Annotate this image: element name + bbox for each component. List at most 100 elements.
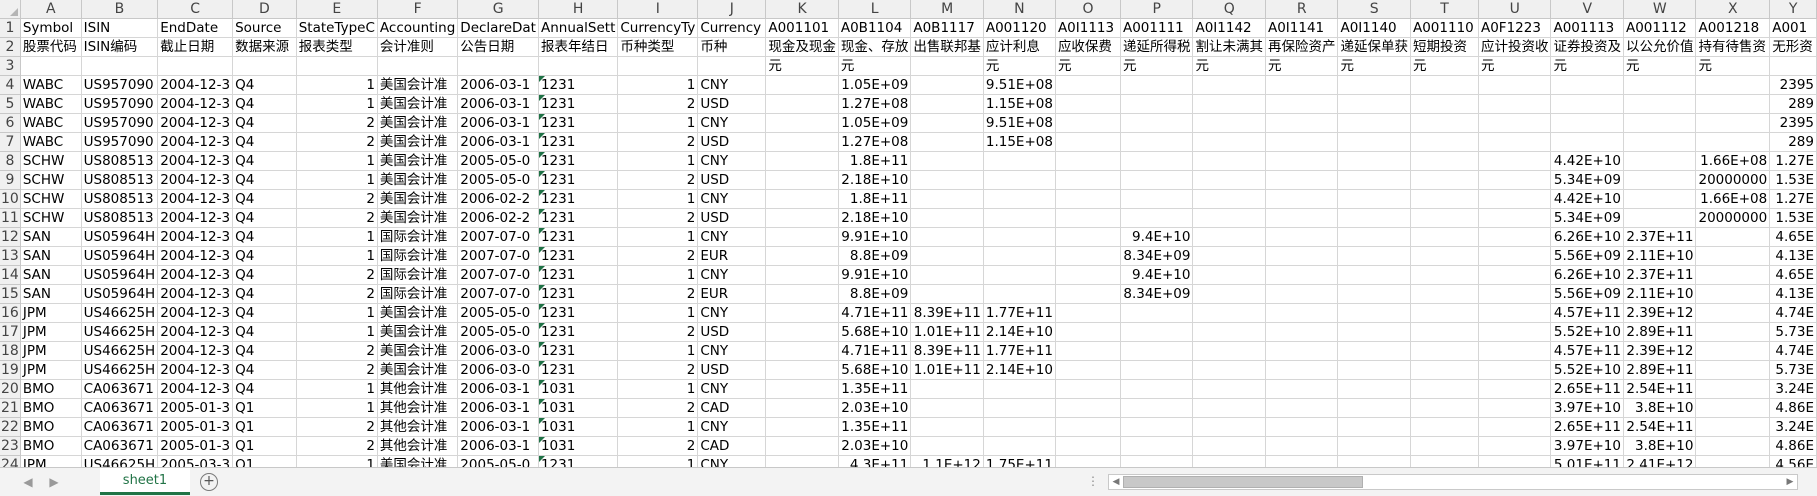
- cell[interactable]: [1410, 322, 1479, 342]
- cell[interactable]: 再保险资产: [1265, 37, 1339, 57]
- column-header[interactable]: Y: [1769, 0, 1817, 19]
- cell[interactable]: [910, 56, 984, 76]
- cell[interactable]: [1410, 246, 1479, 266]
- cell[interactable]: USD: [697, 94, 767, 114]
- cell[interactable]: 9.4E+10: [1120, 227, 1194, 247]
- cell[interactable]: [1695, 75, 1771, 95]
- cell[interactable]: 2004-12-3: [157, 379, 234, 399]
- cell[interactable]: 2.37E+11: [1623, 227, 1697, 247]
- cell[interactable]: 1.8E+11: [838, 151, 912, 171]
- cell[interactable]: 4.42E+10: [1550, 151, 1624, 171]
- cell[interactable]: A0B1117: [910, 18, 984, 38]
- cell[interactable]: [1265, 436, 1339, 456]
- cell[interactable]: 2.39E+12: [1623, 341, 1697, 361]
- cell[interactable]: 2005-05-0: [457, 170, 539, 190]
- cell[interactable]: US05964H: [81, 284, 159, 304]
- cell[interactable]: A0I1113: [1055, 18, 1121, 38]
- cell[interactable]: [1410, 341, 1479, 361]
- cell[interactable]: 9.91E+10: [838, 227, 912, 247]
- cell[interactable]: [1265, 170, 1339, 190]
- cell[interactable]: 1231: [538, 341, 619, 361]
- cell[interactable]: 1.75E+11: [983, 455, 1056, 467]
- cell[interactable]: [296, 56, 378, 76]
- cell[interactable]: 美国会计准: [377, 360, 459, 380]
- cell[interactable]: USD: [697, 208, 767, 228]
- cell[interactable]: [1120, 455, 1194, 467]
- cell[interactable]: [1120, 208, 1194, 228]
- cell[interactable]: US957090: [81, 132, 159, 152]
- column-header[interactable]: H: [538, 0, 619, 19]
- cell[interactable]: [1337, 189, 1411, 209]
- cell[interactable]: 4.56E: [1769, 455, 1817, 467]
- cell[interactable]: [910, 132, 984, 152]
- column-header[interactable]: V: [1550, 0, 1624, 19]
- cell[interactable]: 2004-12-3: [157, 94, 234, 114]
- cell[interactable]: EUR: [697, 284, 767, 304]
- row-header[interactable]: 18: [0, 341, 21, 361]
- cell[interactable]: US808513: [81, 189, 159, 209]
- cell[interactable]: [910, 284, 984, 304]
- cell[interactable]: Q1: [232, 455, 297, 467]
- cell[interactable]: [1192, 417, 1266, 437]
- cell[interactable]: 4.74E: [1769, 341, 1817, 361]
- cell[interactable]: 1.27E: [1769, 189, 1817, 209]
- cell[interactable]: 1: [617, 227, 699, 247]
- cell[interactable]: 4.57E+11: [1550, 303, 1624, 323]
- cell[interactable]: 2: [617, 170, 699, 190]
- cell[interactable]: 美国会计准: [377, 94, 459, 114]
- cell[interactable]: BMO: [20, 417, 82, 437]
- cell[interactable]: [1410, 227, 1479, 247]
- cell[interactable]: [1337, 132, 1411, 152]
- cell[interactable]: [1550, 75, 1624, 95]
- cell[interactable]: 8.39E+11: [910, 303, 984, 323]
- cell[interactable]: 元: [1478, 56, 1552, 76]
- cell[interactable]: 2006-03-1: [457, 436, 539, 456]
- cell[interactable]: 1: [296, 398, 378, 418]
- cell[interactable]: 2.03E+10: [838, 398, 912, 418]
- cell[interactable]: Accounting: [377, 18, 459, 38]
- cell[interactable]: 2: [296, 284, 378, 304]
- cell[interactable]: [1410, 151, 1479, 171]
- cell[interactable]: 4.86E: [1769, 398, 1817, 418]
- cell[interactable]: 元: [983, 56, 1056, 76]
- cell[interactable]: 2.14E+10: [983, 322, 1056, 342]
- cell[interactable]: A001101: [765, 18, 839, 38]
- cell[interactable]: 2: [617, 246, 699, 266]
- cell[interactable]: 2: [617, 360, 699, 380]
- cell[interactable]: 1.05E+09: [838, 75, 912, 95]
- row-header[interactable]: 6: [0, 113, 21, 133]
- cell[interactable]: 2004-12-3: [157, 208, 234, 228]
- column-header[interactable]: E: [296, 0, 378, 19]
- cell[interactable]: 3.8E+10: [1623, 398, 1697, 418]
- cell[interactable]: Q4: [232, 132, 297, 152]
- cell[interactable]: 元: [838, 56, 912, 76]
- cell[interactable]: [1337, 341, 1411, 361]
- cell[interactable]: 2.37E+11: [1623, 265, 1697, 285]
- column-header[interactable]: U: [1478, 0, 1552, 19]
- cell[interactable]: JPM: [20, 341, 82, 361]
- cell[interactable]: WABC: [20, 75, 82, 95]
- cell[interactable]: 2: [617, 284, 699, 304]
- cell[interactable]: [1265, 75, 1339, 95]
- cell[interactable]: 国际会计准: [377, 227, 459, 247]
- cell[interactable]: US05964H: [81, 265, 159, 285]
- cell[interactable]: 美国会计准: [377, 303, 459, 323]
- cell[interactable]: [1120, 170, 1194, 190]
- row-header[interactable]: 11: [0, 208, 21, 228]
- cell[interactable]: 20000000: [1695, 170, 1771, 190]
- cell[interactable]: 1: [296, 322, 378, 342]
- cell[interactable]: [1550, 132, 1624, 152]
- cell[interactable]: 5.68E+10: [838, 360, 912, 380]
- cell[interactable]: [1055, 132, 1121, 152]
- cell[interactable]: [1337, 398, 1411, 418]
- cell[interactable]: 5.34E+09: [1550, 170, 1624, 190]
- cell[interactable]: 元: [1192, 56, 1266, 76]
- cell[interactable]: [1055, 303, 1121, 323]
- cell[interactable]: [1055, 189, 1121, 209]
- cell[interactable]: 5.34E+09: [1550, 208, 1624, 228]
- cell[interactable]: [910, 189, 984, 209]
- cell[interactable]: 3.97E+10: [1550, 398, 1624, 418]
- row-header[interactable]: 4: [0, 75, 21, 95]
- cell[interactable]: 国际会计准: [377, 246, 459, 266]
- cell[interactable]: Q4: [232, 246, 297, 266]
